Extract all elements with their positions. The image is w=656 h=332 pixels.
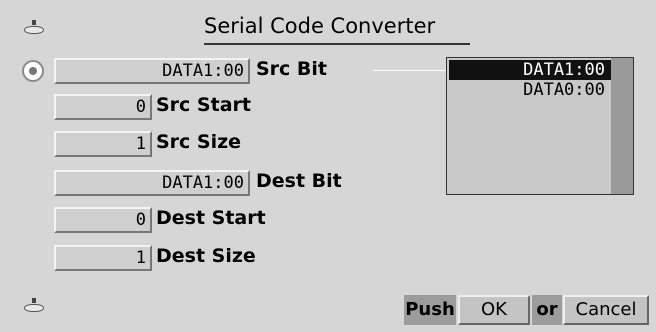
list-item-selected[interactable]: DATA1:00 — [449, 60, 611, 80]
dest-size-field[interactable]: 1 — [54, 245, 152, 271]
dest-size-label: Dest Size — [156, 245, 256, 267]
src-bit-label: Src Bit — [256, 58, 328, 80]
or-label: or — [532, 295, 562, 325]
serial-code-converter-dialog: Serial Code Converter DATA1:00 Src Bit 0… — [0, 0, 656, 332]
cancel-button[interactable]: Cancel — [563, 295, 649, 325]
dest-start-field[interactable]: 0 — [54, 207, 152, 233]
bit-list[interactable]: DATA1:00 DATA0:00 — [446, 57, 634, 195]
title-underline — [204, 43, 470, 45]
src-start-label: Src Start — [156, 94, 251, 116]
pushpin-base — [24, 304, 44, 312]
ok-button[interactable]: OK — [458, 295, 530, 325]
connector-line — [373, 70, 447, 71]
dest-bit-label: Dest Bit — [256, 170, 342, 192]
dest-bit-field[interactable]: DATA1:00 — [54, 170, 250, 196]
src-size-field[interactable]: 1 — [54, 131, 152, 157]
pushpin-icon[interactable] — [24, 298, 44, 314]
selection-radio-button[interactable] — [22, 60, 44, 82]
src-start-field[interactable]: 0 — [54, 94, 152, 120]
list-scrollbar[interactable] — [611, 58, 633, 194]
src-bit-field[interactable]: DATA1:00 — [54, 58, 250, 84]
pushpin-icon[interactable] — [24, 20, 44, 36]
dest-start-label: Dest Start — [156, 207, 266, 229]
push-label: Push — [404, 295, 456, 325]
pushpin-base — [24, 26, 44, 34]
src-size-label: Src Size — [156, 131, 242, 153]
dialog-title: Serial Code Converter — [204, 14, 436, 38]
pushpin-head — [32, 20, 36, 25]
list-item[interactable]: DATA0:00 — [449, 80, 611, 100]
pushpin-head — [32, 298, 36, 303]
radio-dot — [29, 67, 37, 75]
